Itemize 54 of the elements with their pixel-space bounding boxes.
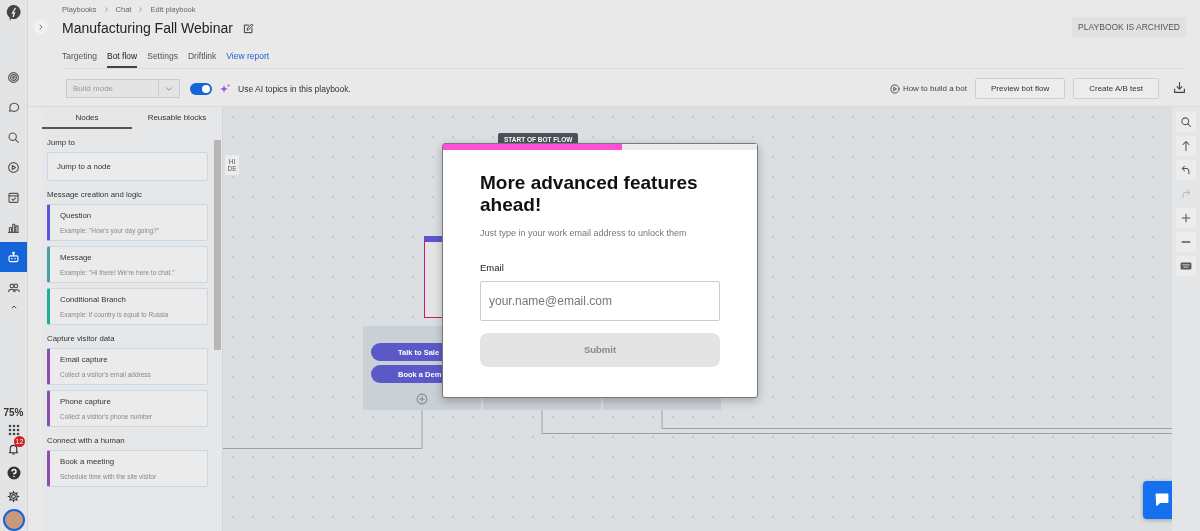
play-icon bbox=[889, 83, 900, 94]
chat-icon bbox=[1153, 491, 1171, 509]
play-icon bbox=[7, 160, 20, 174]
tab[interactable]: Driftlink bbox=[187, 51, 217, 68]
dialog-heading: More advanced features ahead! bbox=[480, 172, 699, 216]
logo-icon[interactable] bbox=[5, 4, 22, 22]
panel-tab[interactable]: Nodes bbox=[42, 107, 132, 129]
search-icon bbox=[1180, 116, 1192, 128]
canvas-tool[interactable] bbox=[1176, 112, 1196, 132]
tab[interactable]: Targeting bbox=[62, 51, 97, 68]
bell-icon bbox=[7, 443, 20, 456]
toggle-label: Use AI topics in this playbook. bbox=[238, 83, 351, 94]
redo-icon bbox=[1180, 188, 1192, 200]
canvas-tool[interactable] bbox=[1176, 232, 1196, 252]
status-badge: PLAYBOOK IS ARCHIVED bbox=[1072, 17, 1186, 37]
scrollbar[interactable] bbox=[214, 140, 221, 350]
canvas-tool[interactable] bbox=[1176, 256, 1196, 276]
chevron-right-icon bbox=[37, 23, 45, 31]
avatar[interactable] bbox=[2, 509, 25, 531]
download-icon bbox=[1173, 80, 1186, 94]
undo-icon bbox=[1180, 164, 1192, 176]
bot-icon bbox=[7, 250, 20, 264]
zoom-level: 75% bbox=[3, 407, 24, 418]
report-link[interactable]: View report bbox=[226, 51, 270, 68]
keyboard-icon bbox=[1180, 260, 1192, 272]
arrow-up-icon bbox=[1180, 140, 1192, 152]
email-field[interactable]: your.name@email.com bbox=[480, 280, 720, 321]
zoom-in-icon bbox=[1180, 212, 1192, 224]
target-icon bbox=[7, 70, 20, 84]
dialog-subtitle: Just type in your work email address to unlock them bbox=[480, 227, 688, 238]
help-link[interactable]: How to build a bot bbox=[889, 83, 967, 94]
chat-button[interactable] bbox=[1143, 481, 1172, 519]
nav-item[interactable] bbox=[0, 242, 27, 272]
panel-tab[interactable]: Reusable blocks bbox=[132, 107, 222, 129]
tab[interactable]: Settings bbox=[147, 51, 178, 68]
edit-icon bbox=[242, 22, 254, 34]
help-icon[interactable] bbox=[6, 466, 21, 480]
add-icon bbox=[416, 393, 428, 405]
apps-grid-icon[interactable] bbox=[7, 424, 20, 436]
ai-toggle[interactable] bbox=[190, 82, 212, 95]
canvas-tool[interactable] bbox=[1176, 160, 1196, 180]
settings-icon bbox=[7, 490, 20, 503]
calendar-icon bbox=[7, 190, 20, 204]
chevron-right-icon bbox=[137, 6, 145, 13]
toolbar-button[interactable]: Create A/B test bbox=[1073, 78, 1159, 99]
email-label: Email bbox=[480, 261, 505, 273]
toolbar-button[interactable]: Preview bot flow bbox=[974, 78, 1066, 99]
search-icon bbox=[7, 130, 20, 144]
playbook-title: Manufacturing Fall Webinar bbox=[62, 20, 233, 36]
chat-icon bbox=[7, 100, 20, 114]
sparkle-icon bbox=[220, 83, 230, 94]
canvas-tool[interactable] bbox=[1176, 136, 1196, 156]
chevron-right-icon bbox=[102, 6, 110, 13]
tab[interactable]: Bot flow bbox=[106, 51, 138, 68]
